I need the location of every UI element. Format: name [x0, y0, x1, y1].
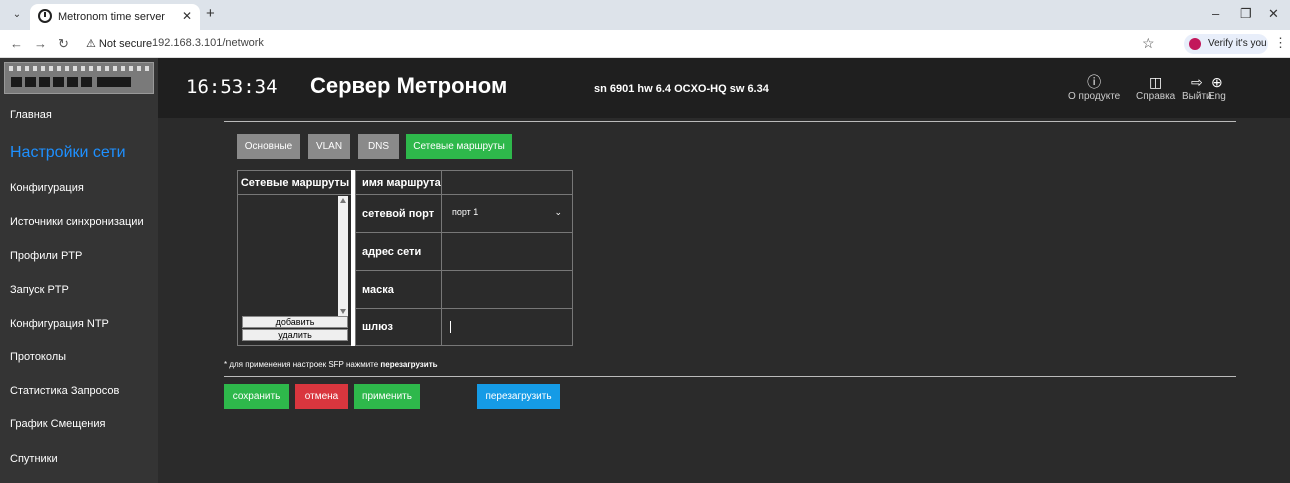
sidebar-item-ntp-config[interactable]: Конфигурация NTP [10, 318, 109, 330]
browser-tab-bar: ⌄ Metronom time server ✕ + – ❐ ✕ [0, 0, 1290, 30]
page-title: Сервер Метроном [310, 73, 508, 98]
not-secure-label: ⚠ Not secure [86, 38, 153, 50]
help-button[interactable]: ◫ Справка [1136, 73, 1175, 102]
help-label: Справка [1136, 91, 1176, 102]
language-button[interactable]: ⊕ Eng [1208, 73, 1226, 102]
gateway-row: шлюз [356, 309, 572, 345]
sidebar-item-request-stats[interactable]: Статистика Запросов [10, 385, 119, 397]
save-button[interactable]: сохранить [224, 384, 289, 409]
book-icon: ◫ [1149, 74, 1163, 90]
not-secure-text: Not secure [98, 38, 153, 50]
chevron-down-icon: ⌄ [554, 207, 562, 217]
sidebar-item-config[interactable]: Конфигурация [10, 182, 84, 194]
forward-icon[interactable]: → [34, 36, 47, 51]
sidebar-item-ptp-profiles[interactable]: Профили PTP [10, 250, 82, 262]
verify-label: Verify it's you [1208, 38, 1267, 49]
verify-button[interactable]: Verify it's you [1184, 34, 1268, 54]
routes-list-header: Сетевые маршруты [238, 171, 352, 195]
main-content: Основные VLAN DNS Сетевые маршруты Сетев… [158, 118, 1290, 483]
app-header: 16:53:34 Сервер Метроном sn 6901 hw 6.4 … [158, 58, 1290, 118]
remove-route-button[interactable]: удалить [242, 329, 348, 341]
routes-list[interactable] [238, 196, 348, 316]
network-label: адрес сети [356, 233, 442, 270]
route-name-row: имя маршрута [356, 171, 572, 195]
browser-tab[interactable]: Metronom time server ✕ [30, 4, 200, 30]
close-tab-icon[interactable]: ✕ [182, 9, 192, 23]
port-select-value: порт 1 [452, 207, 479, 217]
device-image [4, 62, 154, 94]
reload-icon[interactable]: ↻ [58, 36, 69, 52]
url-field[interactable]: ⚠ Not secure 192.168.3.101/network [80, 33, 1170, 55]
url-text: 192.168.3.101/network [152, 37, 264, 49]
cancel-button[interactable]: отмена [295, 384, 348, 409]
tab-dns[interactable]: DNS [358, 134, 399, 159]
route-form: имя маршрута сетевой порт порт 1 ⌄ адрес… [355, 170, 573, 346]
mask-label: маска [356, 271, 442, 308]
clock: 16:53:34 [186, 76, 278, 98]
apply-button[interactable]: применить [354, 384, 420, 409]
tab-routes[interactable]: Сетевые маршруты [406, 134, 512, 159]
text-caret [450, 321, 451, 333]
window-close-icon[interactable]: ✕ [1268, 6, 1279, 22]
bookmark-star-icon[interactable]: ☆ [1142, 35, 1155, 52]
sfp-note-bold: перезагрузить [380, 360, 438, 369]
address-bar: ← → ↻ ⚠ Not secure 192.168.3.101/network… [0, 30, 1290, 58]
route-name-field[interactable] [442, 171, 572, 194]
clock-icon [38, 9, 52, 23]
divider [224, 121, 1236, 122]
sidebar-item-home[interactable]: Главная [10, 109, 52, 121]
profile-icon [1189, 38, 1201, 50]
minimize-icon[interactable]: – [1212, 6, 1219, 21]
browser-menu-icon[interactable]: ⋮ [1274, 35, 1287, 51]
sidebar-item-offset-graph[interactable]: График Смещения [10, 418, 105, 430]
sfp-note: * для применения настроек SFP нажмите пе… [224, 360, 438, 369]
sidebar-item-protocols[interactable]: Протоколы [10, 351, 66, 363]
port-cell: порт 1 ⌄ [442, 195, 572, 232]
sfp-note-text: * для применения настроек SFP нажмите [224, 360, 381, 369]
port-row: сетевой порт порт 1 ⌄ [356, 195, 572, 233]
sidebar-item-ptp-start[interactable]: Запуск PTP [10, 284, 69, 296]
sidebar-item-sync-sources[interactable]: Источники синхронизации [10, 216, 144, 228]
mask-row: маска [356, 271, 572, 309]
gateway-label: шлюз [356, 309, 442, 345]
sidebar-item-network[interactable]: Настройки сети [10, 144, 126, 162]
routes-list-panel: Сетевые маршруты добавить удалить [237, 170, 353, 346]
port-label: сетевой порт [356, 195, 442, 232]
device-info: sn 6901 hw 6.4 OCXO-HQ sw 6.34 [594, 83, 769, 95]
scroll-down-icon[interactable] [340, 309, 346, 314]
reboot-button[interactable]: перезагрузить [477, 384, 560, 409]
sidebar-item-satellites[interactable]: Спутники [10, 453, 58, 465]
new-tab-icon[interactable]: + [206, 5, 215, 22]
tab-vlan[interactable]: VLAN [308, 134, 350, 159]
info-icon: ⓘ [1087, 74, 1102, 90]
language-label: Eng [1208, 91, 1226, 102]
tab-search-icon[interactable]: ⌄ [8, 6, 26, 24]
mask-field[interactable] [442, 271, 572, 308]
sidebar: Главная Настройки сети Конфигурация Исто… [0, 58, 158, 483]
about-button[interactable]: ⓘ О продукте [1068, 73, 1120, 102]
network-field[interactable] [442, 233, 572, 270]
globe-icon: ⊕ [1211, 74, 1223, 90]
back-icon[interactable]: ← [10, 36, 23, 51]
network-row: адрес сети [356, 233, 572, 271]
restore-icon[interactable]: ❐ [1240, 6, 1252, 22]
tab-title: Metronom time server [58, 11, 165, 23]
divider [224, 376, 1236, 377]
tab-basic[interactable]: Основные [237, 134, 300, 159]
add-route-button[interactable]: добавить [242, 316, 348, 328]
port-select[interactable]: порт 1 ⌄ [446, 201, 568, 223]
about-label: О продукте [1068, 91, 1121, 102]
routes-scrollbar[interactable] [338, 196, 348, 316]
gateway-field[interactable] [442, 309, 572, 345]
route-name-label: имя маршрута [356, 171, 442, 194]
scroll-up-icon[interactable] [340, 198, 346, 203]
